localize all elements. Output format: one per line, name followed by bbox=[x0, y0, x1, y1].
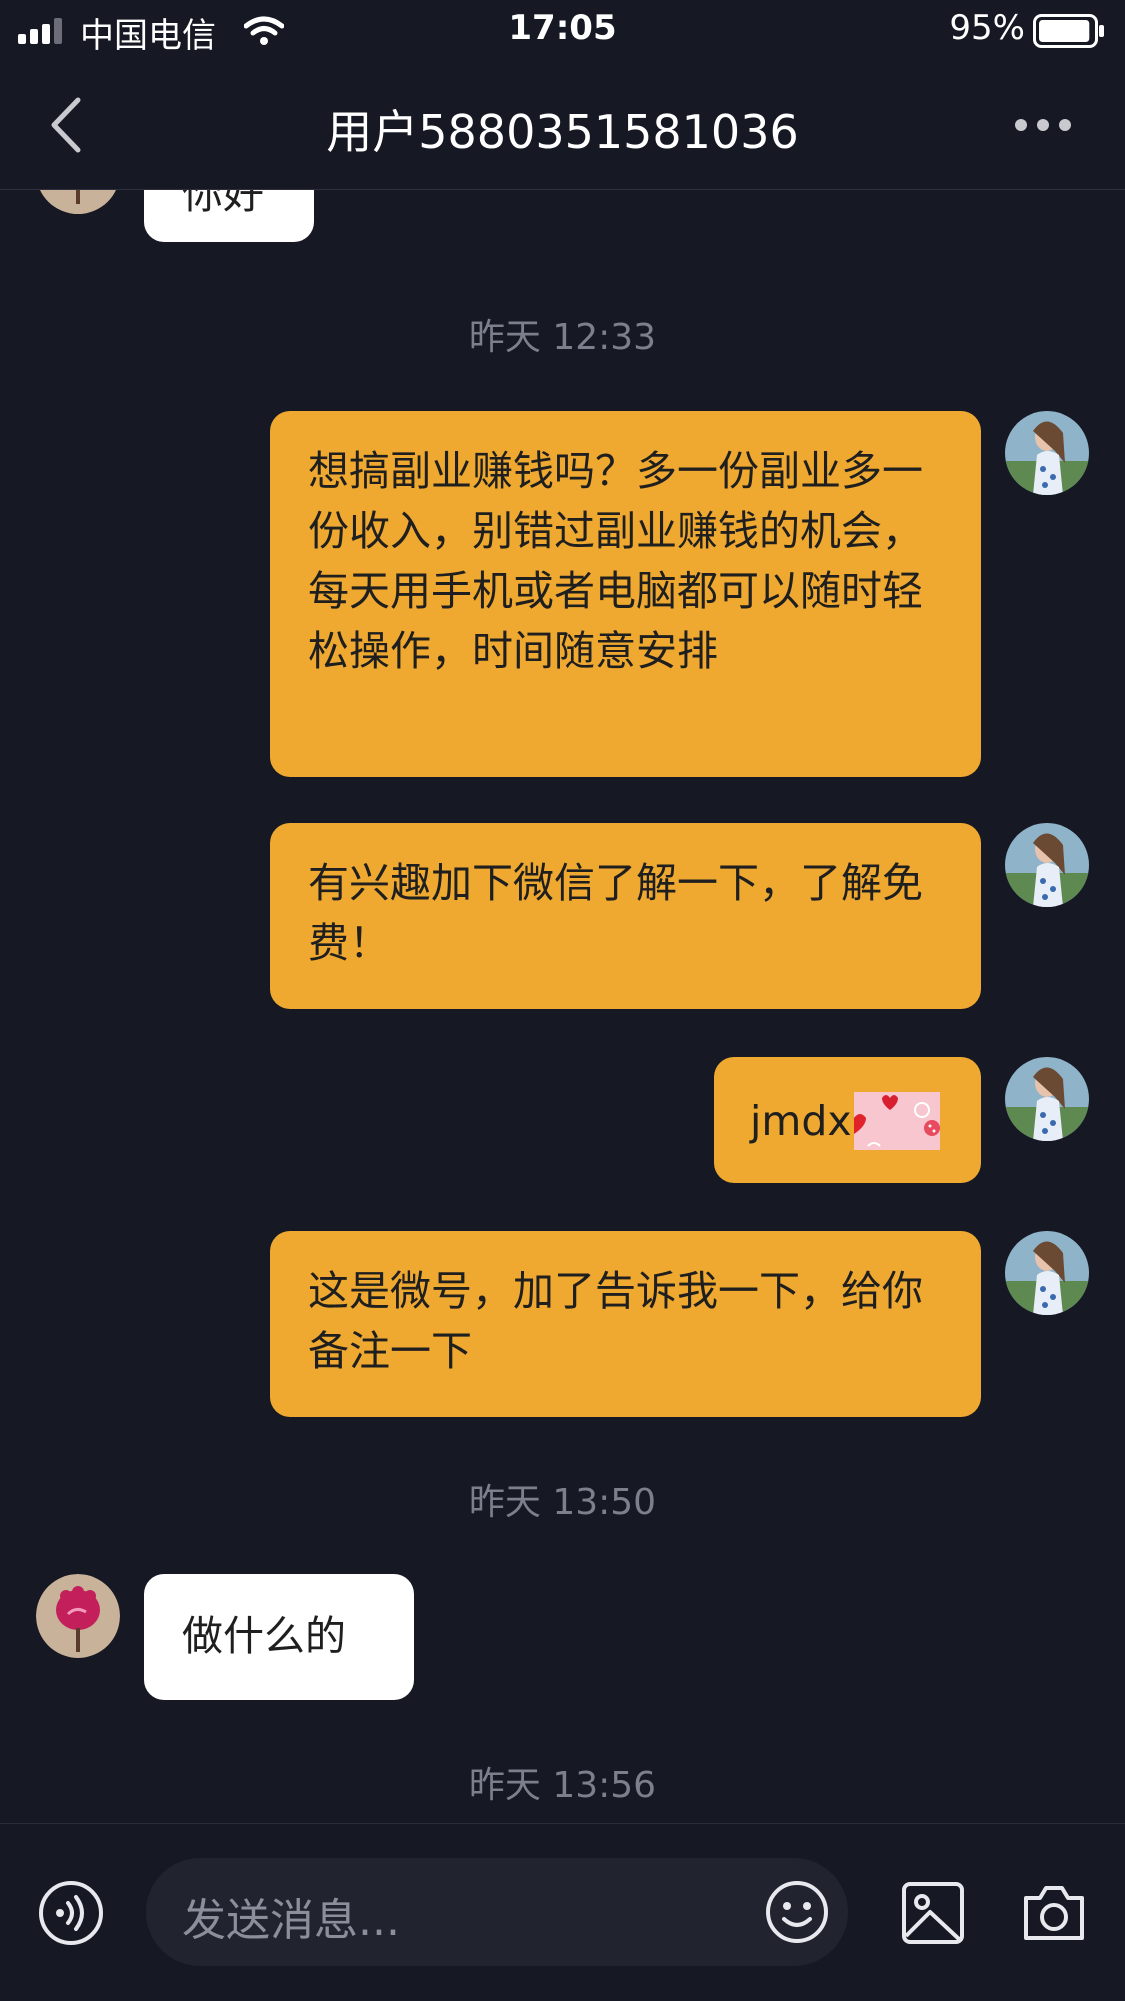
voice-icon[interactable] bbox=[38, 1880, 104, 1946]
message-bubble-received[interactable]: 做什么的 bbox=[144, 1574, 414, 1700]
image-icon[interactable] bbox=[900, 1880, 966, 1946]
battery-percent: 95% bbox=[949, 8, 1025, 48]
emoji-icon[interactable] bbox=[764, 1879, 830, 1945]
my-avatar[interactable] bbox=[1005, 1057, 1089, 1141]
message-text: 这是微号，加了告诉我一下，给你备注一下 bbox=[308, 1267, 923, 1375]
message-text: 想搞副业赚钱吗？多一份副业多一份收入，别错过副业赚钱的机会，每天用手机或者电脑都… bbox=[308, 447, 923, 675]
contact-avatar[interactable] bbox=[36, 190, 120, 214]
message-timestamp: 昨天 13:50 bbox=[468, 1482, 657, 1523]
message-input-bar: 发送消息... bbox=[0, 1823, 1125, 2001]
message-input[interactable]: 发送消息... bbox=[146, 1858, 848, 1966]
message-list[interactable]: 你好 昨天 12:33 想搞副业赚钱吗？多一份副业多一份收入，别错过副业赚钱的机… bbox=[0, 190, 1125, 1823]
message-text: 你好 bbox=[182, 190, 264, 218]
my-avatar[interactable] bbox=[1005, 411, 1089, 495]
message-text: 有兴趣加下微信了解一下，了解免费！ bbox=[308, 859, 923, 967]
nav-bar: 用户5880351581036 bbox=[0, 62, 1125, 190]
message-bubble-sent[interactable]: jmdx bbox=[714, 1057, 981, 1183]
message-text: 做什么的 bbox=[182, 1612, 346, 1660]
my-avatar[interactable] bbox=[1005, 823, 1089, 907]
message-bubble-sent[interactable]: 想搞副业赚钱吗？多一份副业多一份收入，别错过副业赚钱的机会，每天用手机或者电脑都… bbox=[270, 411, 981, 777]
battery-icon bbox=[1033, 14, 1104, 48]
message-timestamp: 昨天 13:56 bbox=[468, 1765, 657, 1806]
message-bubble-sent[interactable]: 这是微号，加了告诉我一下，给你备注一下 bbox=[270, 1231, 981, 1417]
heart-sticker-icon bbox=[853, 1092, 940, 1150]
more-dots-icon[interactable] bbox=[1013, 112, 1073, 138]
message-bubble-sent[interactable]: 有兴趣加下微信了解一下，了解免费！ bbox=[270, 823, 981, 1009]
status-bar: 中国电信 17:05 95% bbox=[0, 0, 1125, 62]
message-input-placeholder: 发送消息... bbox=[182, 1895, 400, 1946]
message-timestamp: 昨天 12:33 bbox=[468, 317, 657, 358]
conversation-title: 用户5880351581036 bbox=[326, 105, 799, 159]
message-text: jmdx bbox=[750, 1097, 852, 1145]
my-avatar[interactable] bbox=[1005, 1231, 1089, 1315]
message-bubble-received[interactable]: 你好 bbox=[144, 190, 314, 242]
camera-icon[interactable] bbox=[1020, 1880, 1088, 1946]
contact-avatar[interactable] bbox=[36, 1574, 120, 1658]
